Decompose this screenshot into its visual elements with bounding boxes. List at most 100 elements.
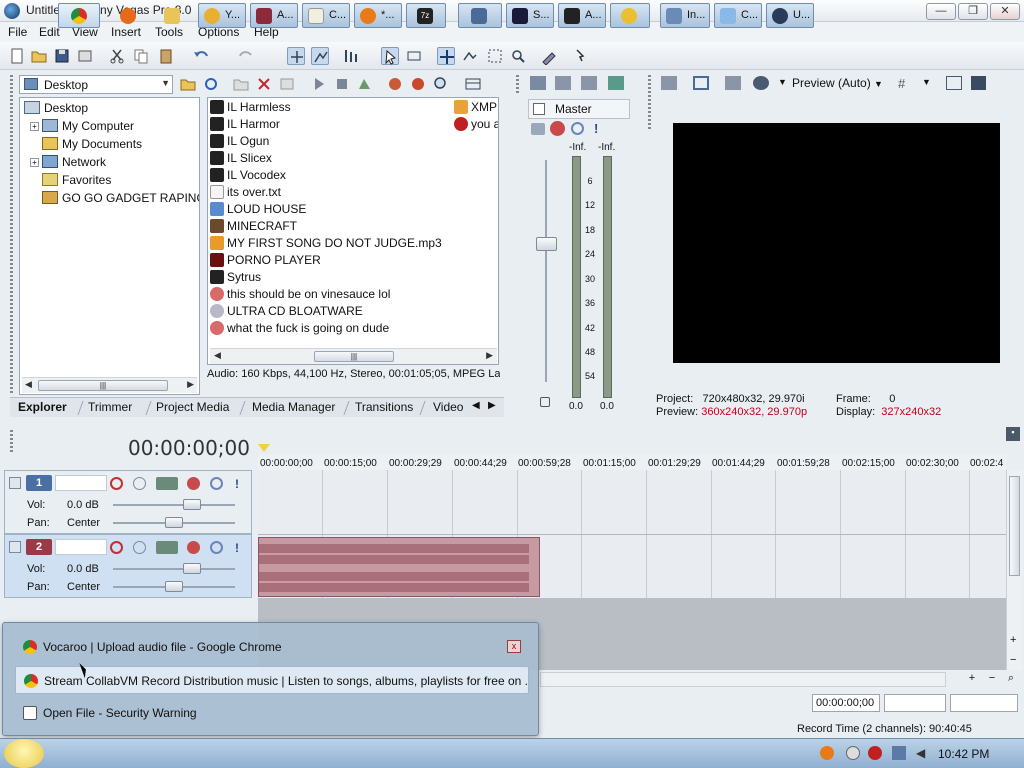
mute-icon[interactable] (571, 122, 584, 135)
volume-tray-icon[interactable]: ◀ (916, 746, 930, 760)
save-icon[interactable] (53, 47, 71, 65)
pan-slider-knob[interactable] (165, 581, 183, 592)
volume-slider-knob[interactable] (183, 499, 201, 510)
taskbar-task[interactable] (610, 3, 650, 28)
taskbar-task[interactable] (458, 3, 502, 28)
solo-icon[interactable]: ! (235, 477, 240, 491)
file-item[interactable]: PORNO PLAYER (210, 252, 321, 269)
tray-search-icon[interactable] (820, 746, 834, 760)
scroll-thumb[interactable]: ||| (38, 380, 168, 391)
tab-media-manager[interactable]: Media Manager (252, 400, 335, 414)
network-tray-icon[interactable] (892, 746, 906, 760)
file-item[interactable]: IL Harmless (210, 99, 291, 116)
file-item[interactable]: this should be on vinesauce lol (210, 286, 390, 303)
file-item[interactable]: MY FIRST SONG DO NOT JUDGE.mp3 (210, 235, 442, 252)
playhead-marker[interactable] (258, 444, 270, 452)
selection-tool-icon[interactable] (486, 47, 504, 65)
tab-explorer[interactable]: Explorer (18, 400, 67, 414)
tab-scroll-left-icon[interactable]: ◀ (472, 400, 480, 411)
timeline-horizontal-scrollbar[interactable] (540, 672, 946, 687)
timeline-dock-grip[interactable] (10, 430, 13, 454)
views-icon[interactable] (386, 75, 404, 93)
zoom-tool-icon[interactable] (509, 47, 527, 65)
mixer-dock-grip[interactable] (516, 75, 519, 93)
scroll-left-icon[interactable]: ◀ (214, 350, 221, 361)
normal-edit-tool-icon[interactable] (437, 47, 455, 65)
view-mode-icon[interactable] (464, 75, 482, 93)
tree-item-favorites[interactable]: Favorites (42, 171, 111, 189)
taskbar-task[interactable]: C... (302, 3, 350, 28)
taskbar-clock[interactable]: 10:42 PM (938, 747, 989, 761)
audio-event-clip[interactable] (258, 537, 540, 597)
tab-trimmer[interactable]: Trimmer (88, 400, 132, 414)
close-button[interactable]: ✕ (990, 3, 1020, 20)
solo-icon[interactable]: ! (594, 121, 600, 136)
snap-icon[interactable] (342, 47, 360, 65)
minimize-button[interactable]: — (926, 3, 956, 20)
file-item[interactable]: LOUD HOUSE (210, 201, 306, 218)
file-item[interactable]: IL Harmor (210, 116, 280, 133)
file-list-horizontal-scrollbar[interactable]: ◀ ||| ▶ (210, 348, 497, 364)
auto-ripple-icon[interactable] (287, 47, 305, 65)
undo-icon[interactable] (192, 47, 210, 65)
mute-icon[interactable] (210, 477, 223, 490)
taskbar-task[interactable]: Y... (198, 3, 246, 28)
file-item[interactable]: XMP (454, 99, 497, 116)
maximize-button[interactable]: ❐ (958, 3, 988, 20)
vegas-app-icon[interactable] (4, 3, 20, 19)
gear-icon[interactable] (187, 477, 200, 490)
external-monitor-icon[interactable] (693, 76, 709, 90)
tree-item-my-computer[interactable]: My Computer (42, 117, 134, 135)
chevron-down-icon[interactable]: ▼ (922, 77, 931, 87)
new-folder-icon[interactable] (232, 75, 250, 93)
taskbar-chrome[interactable] (58, 3, 100, 28)
explorer-location-dropdown[interactable]: Desktop ▼ (19, 75, 173, 94)
file-item[interactable]: ULTRA CD BLOATWARE (210, 303, 363, 320)
folder-tree[interactable]: Desktop + My Computer My Documents + Net… (19, 97, 200, 395)
chevron-down-icon[interactable]: ▼ (778, 77, 787, 87)
add-to-project-icon[interactable] (278, 75, 296, 93)
solo-icon[interactable]: ! (235, 541, 240, 555)
master-fader-knob[interactable] (536, 237, 557, 251)
track-fx-icon[interactable] (156, 541, 178, 554)
scroll-thumb[interactable] (1009, 476, 1020, 576)
mute-icon[interactable] (210, 541, 223, 554)
menu-edit[interactable]: Edit (39, 25, 60, 39)
gear-icon[interactable] (187, 541, 200, 554)
auto-preview-icon[interactable] (356, 75, 374, 93)
taskbar-7zip[interactable]: 7z (406, 3, 446, 28)
taskbar-task[interactable]: *... (354, 3, 402, 28)
taskbar-task[interactable]: C... (714, 3, 762, 28)
cursor-position-field[interactable]: 00:00:00;00 (812, 694, 880, 712)
split-screen-icon[interactable] (753, 76, 769, 90)
play-icon[interactable] (310, 75, 328, 93)
file-item[interactable]: IL Vocodex (210, 167, 286, 184)
new-icon[interactable] (8, 47, 26, 65)
popup-item-vocaroo[interactable]: Vocaroo | Upload audio file - Google Chr… (15, 633, 529, 661)
invert-phase-icon[interactable] (133, 477, 146, 490)
popup-close-icon[interactable]: x (507, 640, 521, 653)
audio-track-1-header[interactable]: 1 ! Vol: 0.0 dB Pan: Center (4, 470, 252, 534)
overlays-grid-icon[interactable]: # (898, 76, 914, 91)
pan-slider-knob[interactable] (165, 517, 183, 528)
file-item[interactable]: IL Ogun (210, 133, 269, 150)
redo-icon[interactable] (237, 47, 255, 65)
insert-fx-icon[interactable] (531, 123, 545, 135)
cursor-icon[interactable] (381, 47, 399, 65)
arm-record-icon[interactable] (110, 541, 123, 554)
preview-properties-icon[interactable] (661, 76, 677, 90)
track-minimize-icon[interactable] (9, 541, 21, 553)
zoom-in-icon[interactable]: + (965, 672, 979, 686)
tree-horizontal-scrollbar[interactable]: ◀ ||| ▶ (22, 377, 197, 393)
tree-item-desktop[interactable]: Desktop (24, 99, 88, 117)
mixer-insert-bus-icon[interactable] (530, 76, 546, 90)
lock-envelopes-icon[interactable] (311, 47, 329, 65)
arm-record-icon[interactable] (110, 477, 123, 490)
render-icon[interactable] (76, 47, 94, 65)
mixer-downmix-icon[interactable] (581, 76, 597, 90)
tab-project-media[interactable]: Project Media (156, 400, 229, 414)
preview-quality-dropdown[interactable]: Preview (Auto) ▼ (792, 76, 883, 90)
taskbar-task[interactable]: In... (660, 3, 710, 28)
tree-item-network[interactable]: Network (42, 153, 106, 171)
whats-this-help-icon[interactable] (573, 47, 591, 65)
